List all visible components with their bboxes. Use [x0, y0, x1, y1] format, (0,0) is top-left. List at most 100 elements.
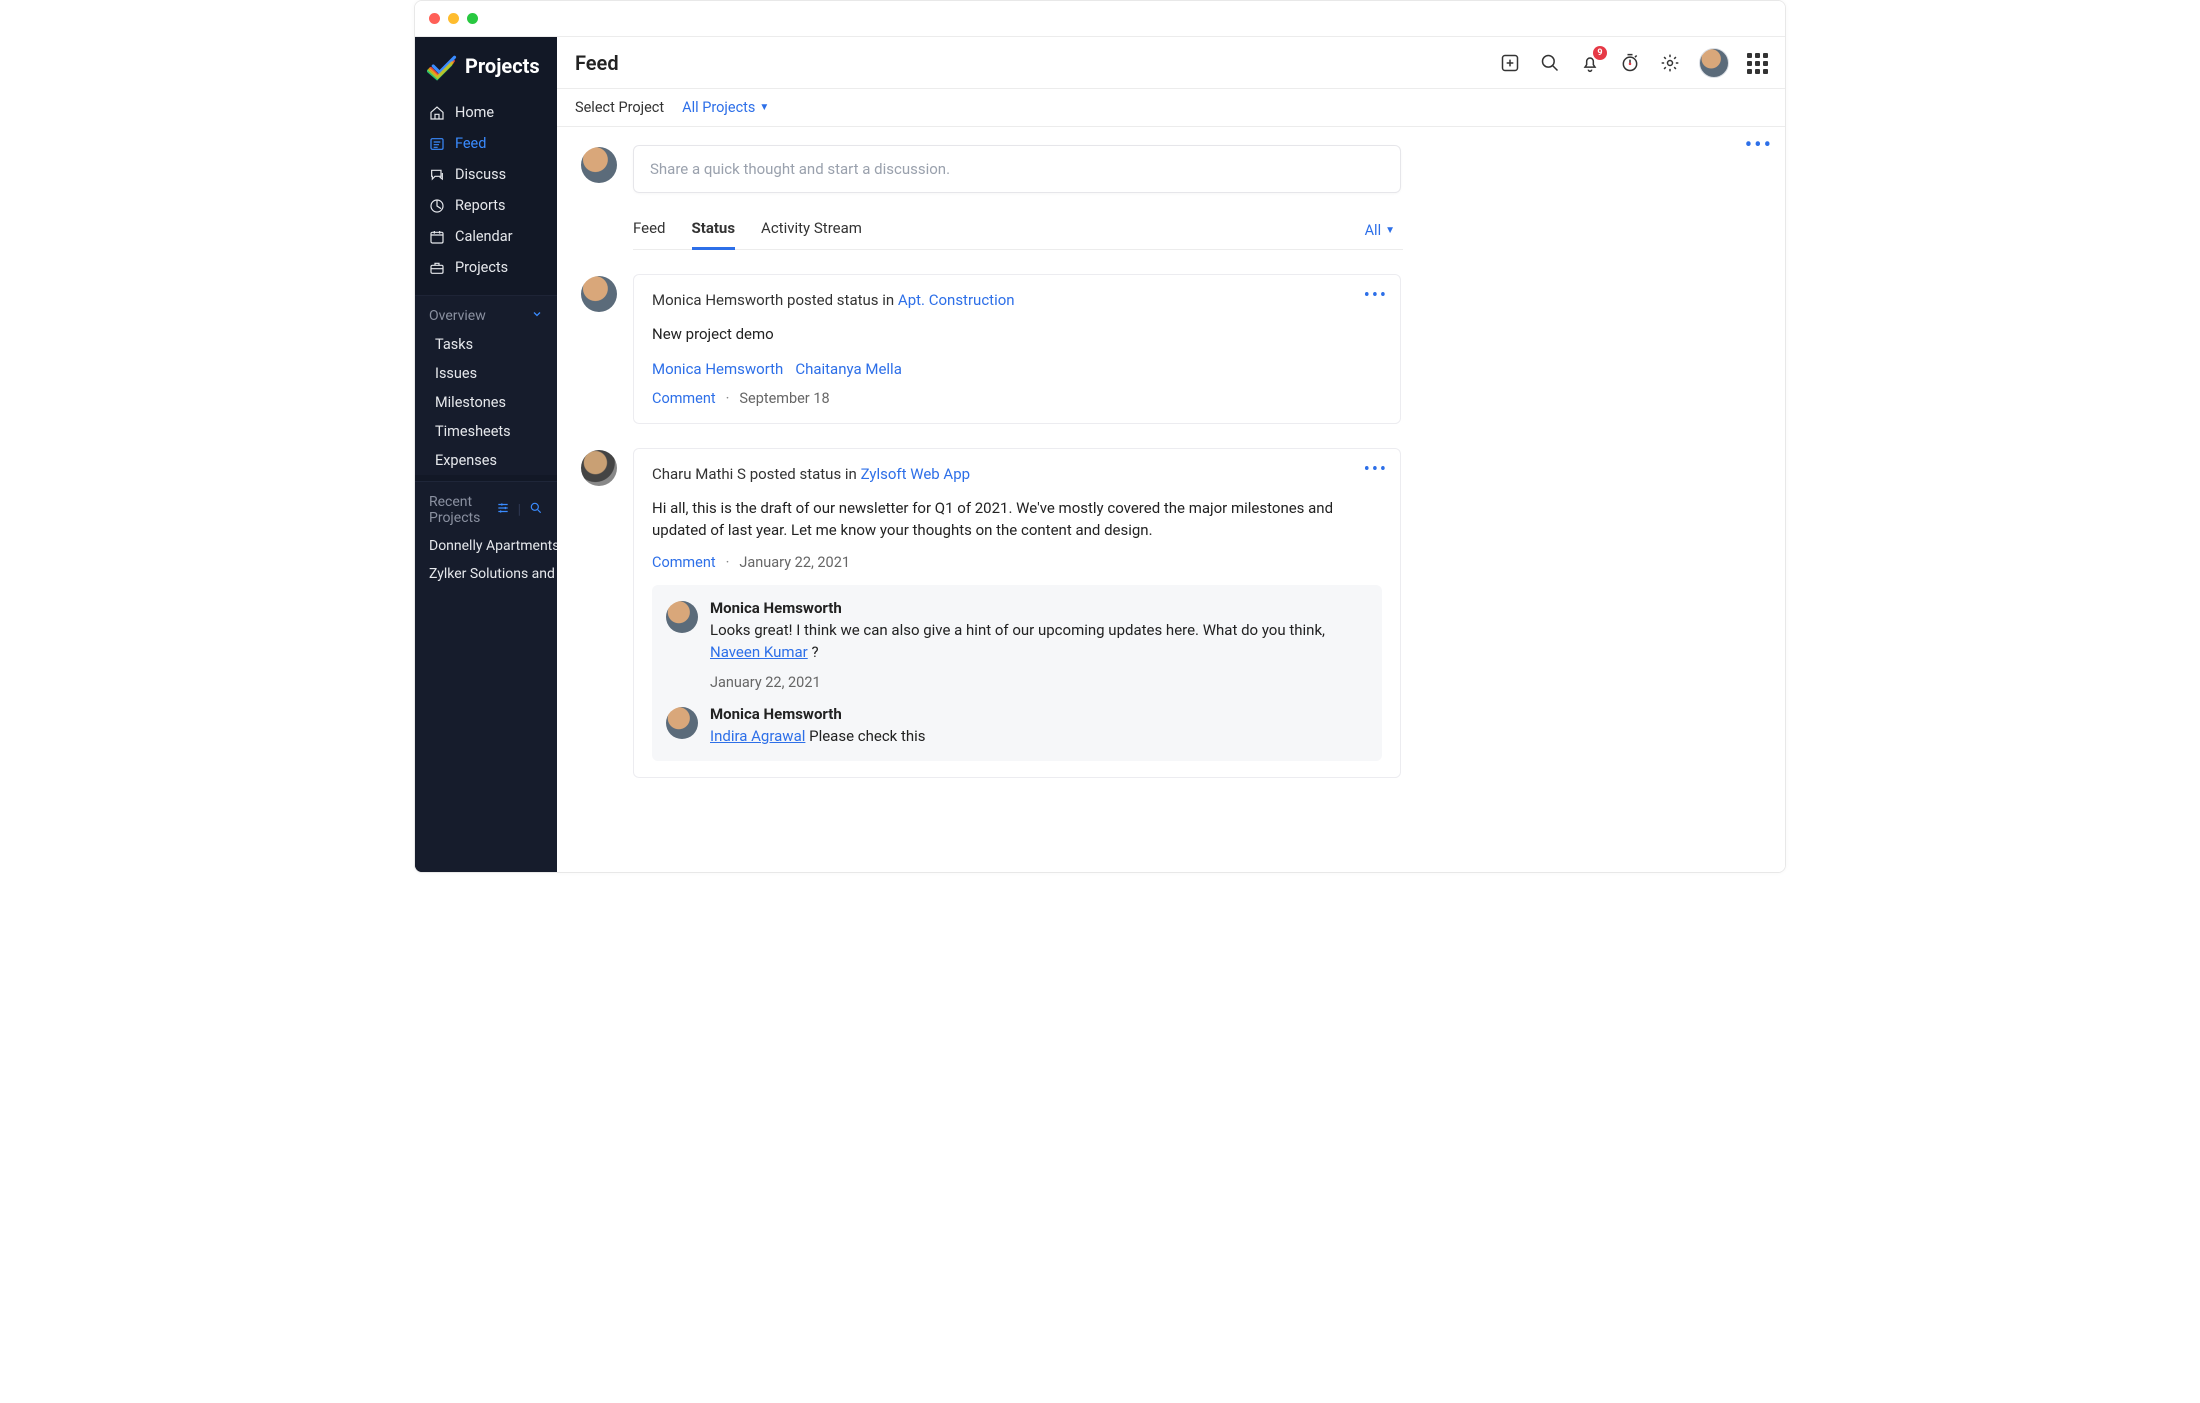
reply-author: Monica Hemsworth [710, 705, 1368, 723]
post-meta: Comment · September 18 [652, 390, 1382, 407]
apps-launcher-button[interactable] [1747, 53, 1767, 73]
search-button[interactable] [1539, 52, 1561, 74]
reply-body: Indira Agrawal Please check this [710, 725, 1368, 748]
nav-item-calendar[interactable]: Calendar [415, 221, 557, 252]
nav-item-feed[interactable]: Feed [415, 128, 557, 159]
post-meta: Comment · January 22, 2021 [652, 554, 1382, 571]
recent-project-item[interactable]: Donnelly Apartments Const [415, 532, 557, 560]
gear-icon [1660, 53, 1680, 73]
comment-link[interactable]: Comment [652, 390, 716, 407]
briefcase-icon [429, 260, 445, 276]
window-close-button[interactable] [429, 13, 440, 24]
mention-link[interactable]: Monica Hemsworth [652, 360, 783, 378]
current-user-avatar [581, 147, 617, 183]
nav-item-projects[interactable]: Projects [415, 252, 557, 283]
feed-filter-value: All [1365, 222, 1382, 239]
sidebar-item-milestones[interactable]: Milestones [415, 388, 557, 417]
caret-down-icon: ▼ [759, 102, 769, 113]
nav-label: Calendar [455, 228, 513, 245]
sidebar-item-expenses[interactable]: Expenses [415, 446, 557, 475]
post-header: Charu Mathi S posted status in Zylsoft W… [652, 465, 1382, 483]
reply-body: Looks great! I think we can also give a … [710, 619, 1368, 664]
user-avatar[interactable] [1699, 48, 1729, 78]
stopwatch-icon [1620, 53, 1640, 73]
post-menu-button[interactable]: ••• [1364, 285, 1388, 306]
sidebar-item-issues[interactable]: Issues [415, 359, 557, 388]
add-button[interactable] [1499, 52, 1521, 74]
nav-item-home[interactable]: Home [415, 97, 557, 128]
mention-link[interactable]: Chaitanya Mella [795, 360, 902, 378]
chevron-down-icon [531, 308, 543, 324]
plus-square-icon [1500, 53, 1520, 73]
discuss-icon [429, 167, 445, 183]
recent-label: Recent Projects [429, 494, 496, 526]
post-author-avatar [581, 450, 617, 486]
post-date: January 22, 2021 [739, 554, 850, 571]
post-verb: posted status in [750, 465, 857, 483]
app-window: Projects Home Feed Discuss Reports [414, 0, 1786, 873]
recent-project-item[interactable]: Zylker Solutions and Constr [415, 560, 557, 588]
post-header: Monica Hemsworth posted status in Apt. C… [652, 291, 1382, 309]
filter-icon[interactable] [496, 501, 510, 519]
page-title: Feed [575, 51, 619, 75]
feed-filter-dropdown[interactable]: All ▼ [1365, 222, 1403, 239]
mention-link[interactable]: Indira Agrawal [710, 727, 805, 745]
reply-thread: Monica Hemsworth Looks great! I think we… [652, 585, 1382, 762]
overview-label: Overview [429, 308, 486, 324]
reply-author-avatar [666, 707, 698, 739]
comment-link[interactable]: Comment [652, 554, 716, 571]
sidebar-item-timesheets[interactable]: Timesheets [415, 417, 557, 446]
search-icon [1540, 53, 1560, 73]
project-selector-dropdown[interactable]: All Projects ▼ [682, 99, 769, 116]
topbar: Feed 9 [557, 37, 1785, 89]
tab-activity-stream[interactable]: Activity Stream [761, 211, 862, 249]
post-card: ••• Monica Hemsworth posted status in Ap… [633, 274, 1401, 424]
post-project-link[interactable]: Zylsoft Web App [861, 465, 970, 483]
sidebar-recent-header: Recent Projects | [415, 481, 557, 532]
post-author-avatar [581, 276, 617, 312]
post-author: Charu Mathi S [652, 465, 746, 483]
notifications-button[interactable]: 9 [1579, 52, 1601, 74]
reply: Monica Hemsworth Looks great! I think we… [666, 599, 1368, 691]
window-zoom-button[interactable] [467, 13, 478, 24]
tab-feed[interactable]: Feed [633, 211, 666, 249]
nav-label: Discuss [455, 166, 506, 183]
post-project-link[interactable]: Apt. Construction [898, 291, 1015, 309]
post-body: Hi all, this is the draft of our newslet… [652, 497, 1382, 542]
brand: Projects [415, 37, 557, 93]
nav-item-discuss[interactable]: Discuss [415, 159, 557, 190]
nav-label: Home [455, 104, 494, 121]
post: ••• Monica Hemsworth posted status in Ap… [581, 274, 1401, 424]
post-body: New project demo [652, 323, 1382, 346]
search-icon[interactable] [529, 501, 543, 519]
post-mentions: Monica Hemsworth Chaitanya Mella [652, 360, 1382, 378]
post: ••• Charu Mathi S posted status in Zylso… [581, 448, 1401, 779]
nav-label: Projects [455, 259, 508, 276]
home-icon [429, 105, 445, 121]
main-area: Feed 9 [557, 37, 1785, 872]
project-selector-value: All Projects [682, 99, 755, 116]
reply-date: January 22, 2021 [710, 674, 1368, 691]
window-titlebar [415, 1, 1785, 37]
post-author: Monica Hemsworth [652, 291, 783, 309]
mention-link[interactable]: Naveen Kumar [710, 643, 808, 661]
sidebar-overview-header[interactable]: Overview [415, 295, 557, 330]
select-project-label: Select Project [575, 99, 664, 116]
brand-logo-icon [427, 51, 457, 81]
settings-button[interactable] [1659, 52, 1681, 74]
compose-input[interactable]: Share a quick thought and start a discus… [633, 145, 1401, 193]
window-minimize-button[interactable] [448, 13, 459, 24]
caret-down-icon: ▼ [1385, 225, 1395, 236]
post-card: ••• Charu Mathi S posted status in Zylso… [633, 448, 1401, 779]
sidebar: Projects Home Feed Discuss Reports [415, 37, 557, 872]
compose-row: Share a quick thought and start a discus… [581, 145, 1401, 193]
timer-button[interactable] [1619, 52, 1641, 74]
sidebar-item-tasks[interactable]: Tasks [415, 330, 557, 359]
feed-more-menu[interactable]: ••• [1745, 133, 1773, 158]
context-bar: Select Project All Projects ▼ [557, 89, 1785, 127]
post-menu-button[interactable]: ••• [1364, 459, 1388, 480]
reply-author-avatar [666, 601, 698, 633]
tab-status[interactable]: Status [692, 211, 736, 250]
nav-item-reports[interactable]: Reports [415, 190, 557, 221]
reports-icon [429, 198, 445, 214]
